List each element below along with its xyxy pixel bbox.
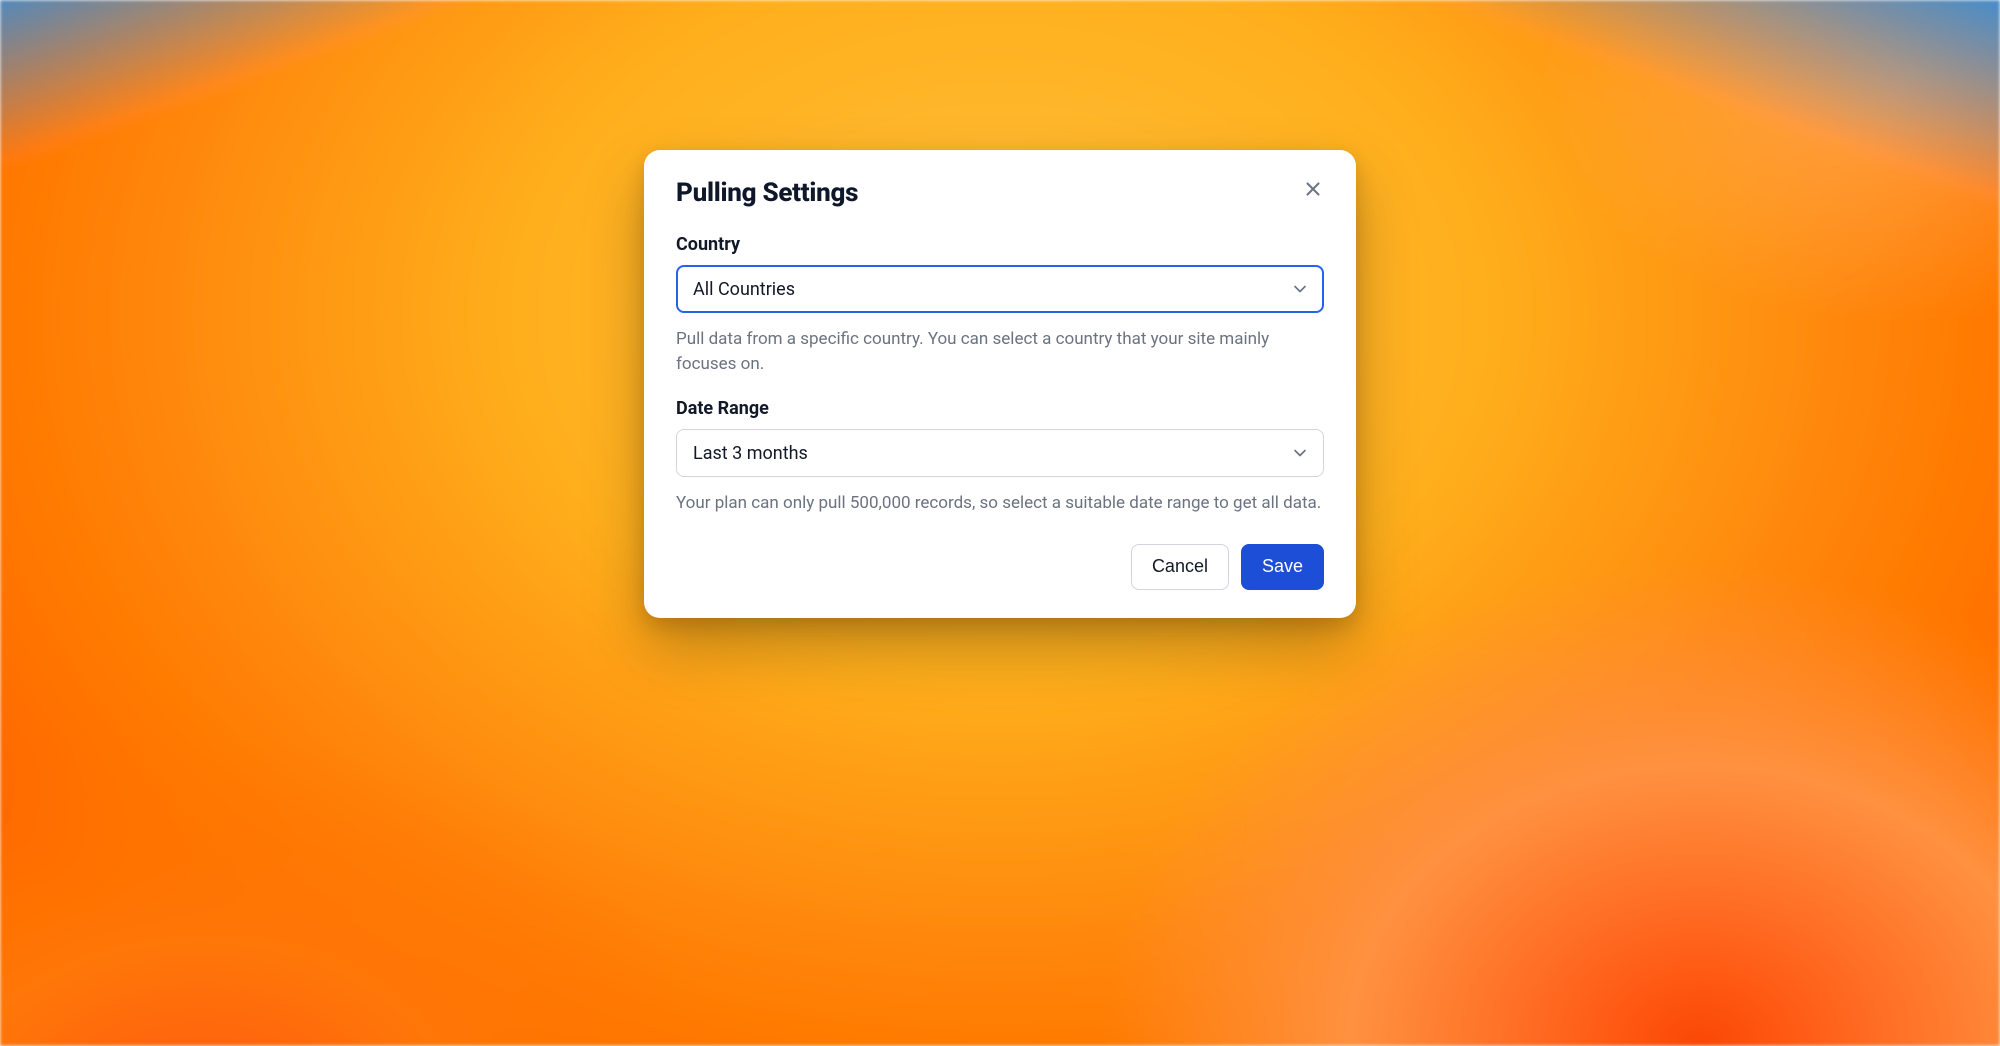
dialog-header: Pulling Settings: [676, 178, 1324, 208]
date-range-field: Date Range Last 3 months Your plan can o…: [676, 398, 1324, 516]
country-help-text: Pull data from a specific country. You c…: [676, 327, 1324, 376]
country-select-value: All Countries: [693, 279, 795, 300]
country-label: Country: [676, 234, 1324, 255]
date-range-select-value: Last 3 months: [693, 443, 808, 464]
cancel-button[interactable]: Cancel: [1131, 544, 1229, 590]
dialog-actions: Cancel Save: [676, 544, 1324, 590]
date-range-select[interactable]: Last 3 months: [676, 429, 1324, 477]
country-select[interactable]: All Countries: [676, 265, 1324, 313]
save-button[interactable]: Save: [1241, 544, 1324, 590]
close-button[interactable]: [1298, 174, 1328, 204]
country-field: Country All Countries Pull data from a s…: [676, 234, 1324, 376]
country-select-control[interactable]: All Countries: [676, 265, 1324, 313]
date-range-help-text: Your plan can only pull 500,000 records,…: [676, 491, 1324, 516]
close-icon: [1302, 188, 1324, 203]
dialog-title: Pulling Settings: [676, 178, 858, 208]
pulling-settings-dialog: Pulling Settings Country All Countries P…: [644, 150, 1356, 618]
modal-overlay: Pulling Settings Country All Countries P…: [0, 0, 2000, 1046]
date-range-label: Date Range: [676, 398, 1324, 419]
date-range-select-control[interactable]: Last 3 months: [676, 429, 1324, 477]
